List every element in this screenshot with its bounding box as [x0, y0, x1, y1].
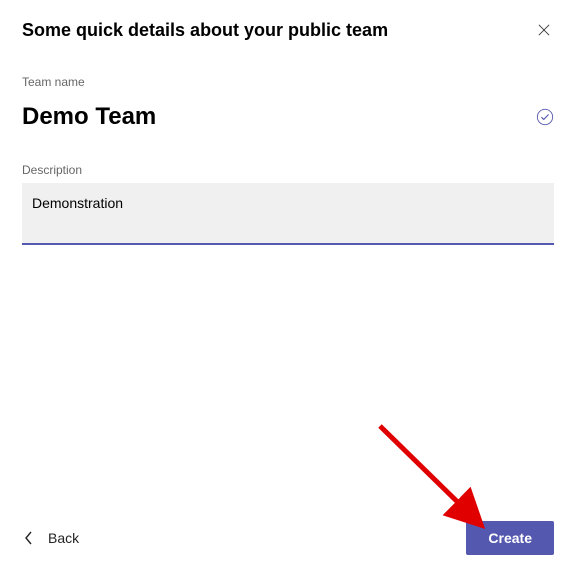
description-label: Description [22, 163, 554, 177]
team-name-row [22, 103, 554, 131]
team-name-label: Team name [22, 75, 554, 89]
create-button[interactable]: Create [466, 521, 554, 555]
back-button[interactable]: Back [22, 524, 81, 552]
close-button[interactable] [534, 20, 554, 40]
dialog-footer: Back Create [22, 509, 554, 559]
spacer [22, 245, 554, 509]
create-team-dialog: Some quick details about your public tea… [0, 0, 576, 579]
team-name-input[interactable] [22, 103, 501, 131]
description-input[interactable] [22, 183, 554, 245]
checkmark-circle-icon [536, 108, 554, 126]
close-icon [538, 23, 550, 37]
chevron-left-icon [24, 530, 34, 546]
back-button-label: Back [48, 530, 79, 546]
dialog-header: Some quick details about your public tea… [22, 20, 554, 41]
dialog-title: Some quick details about your public tea… [22, 20, 388, 41]
